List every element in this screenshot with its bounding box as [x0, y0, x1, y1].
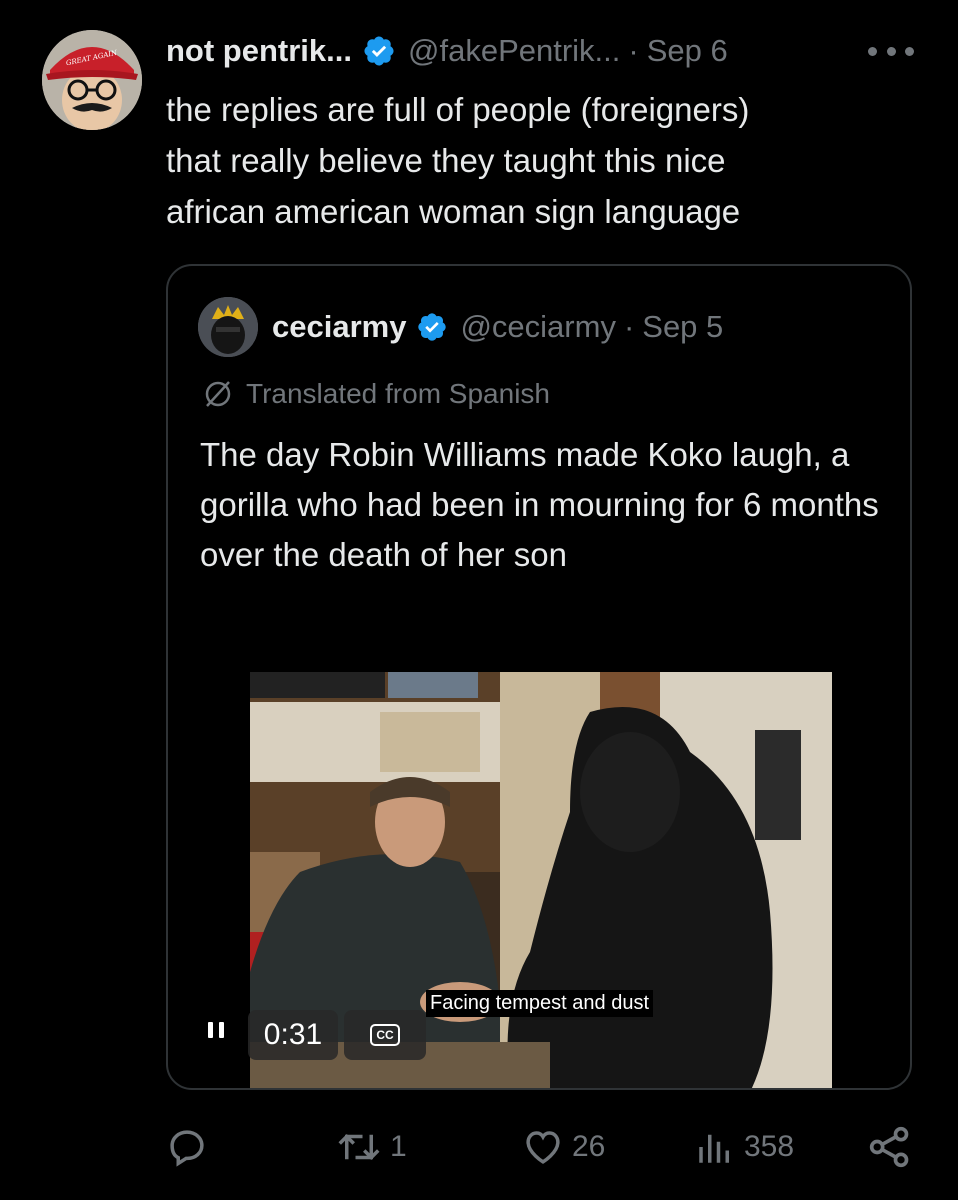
- like-count: 26: [572, 1130, 606, 1163]
- quoted-author-handle[interactable]: @ceciarmy: [460, 309, 615, 345]
- author-avatar[interactable]: GREAT AGAIN: [42, 30, 142, 130]
- verified-badge-icon: [418, 313, 447, 341]
- pause-icon[interactable]: [208, 1022, 224, 1042]
- tweet-header: not pentrik... @fakePentrik... · Sep 6: [166, 28, 728, 74]
- views-button[interactable]: 358: [694, 1122, 794, 1172]
- action-bar: 1 26 358: [0, 1122, 958, 1172]
- quoted-tweet-date[interactable]: Sep 5: [642, 309, 723, 345]
- quoted-author-name[interactable]: ceciarmy: [272, 309, 406, 345]
- separator-dot: ·: [628, 33, 639, 68]
- views-icon: [699, 1134, 729, 1163]
- quoted-tweet[interactable]: ceciarmy @ceciarmy · Sep 5 Translated fr…: [166, 264, 912, 1090]
- retweet-icon: [338, 1134, 380, 1160]
- video-caption: Facing tempest and dust: [426, 990, 654, 1017]
- like-button[interactable]: 26: [522, 1122, 605, 1172]
- video-time: 0:31: [248, 1010, 338, 1060]
- more-icon[interactable]: [868, 34, 914, 68]
- reply-button[interactable]: [166, 1122, 216, 1172]
- tweet-date[interactable]: Sep 6: [647, 33, 728, 69]
- quoted-tweet-header: ceciarmy @ceciarmy · Sep 5: [198, 296, 723, 358]
- translated-label: Translated from Spanish: [202, 378, 550, 410]
- retweet-button[interactable]: 1: [336, 1122, 407, 1172]
- like-icon: [526, 1131, 560, 1164]
- closed-captions-icon: CC: [370, 1024, 400, 1046]
- share-icon: [869, 1126, 909, 1168]
- views-count: 358: [744, 1130, 795, 1163]
- share-button[interactable]: [868, 1122, 920, 1172]
- reply-icon: [170, 1130, 204, 1167]
- quoted-author-avatar[interactable]: [198, 297, 258, 357]
- retweet-count: 1: [390, 1130, 407, 1163]
- author-handle[interactable]: @fakePentrik...: [408, 33, 620, 69]
- closed-captions-button[interactable]: CC: [344, 1010, 426, 1060]
- separator-dot: ·: [623, 309, 635, 344]
- tweet-text: the replies are full of people (foreigne…: [166, 91, 750, 230]
- quoted-tweet-text: The day Robin Williams made Koko laugh, …: [200, 436, 879, 573]
- translated-text[interactable]: Translated from Spanish: [246, 378, 550, 410]
- translate-icon: [205, 381, 231, 407]
- verified-badge-icon: [362, 34, 396, 68]
- author-name[interactable]: not pentrik...: [166, 33, 352, 69]
